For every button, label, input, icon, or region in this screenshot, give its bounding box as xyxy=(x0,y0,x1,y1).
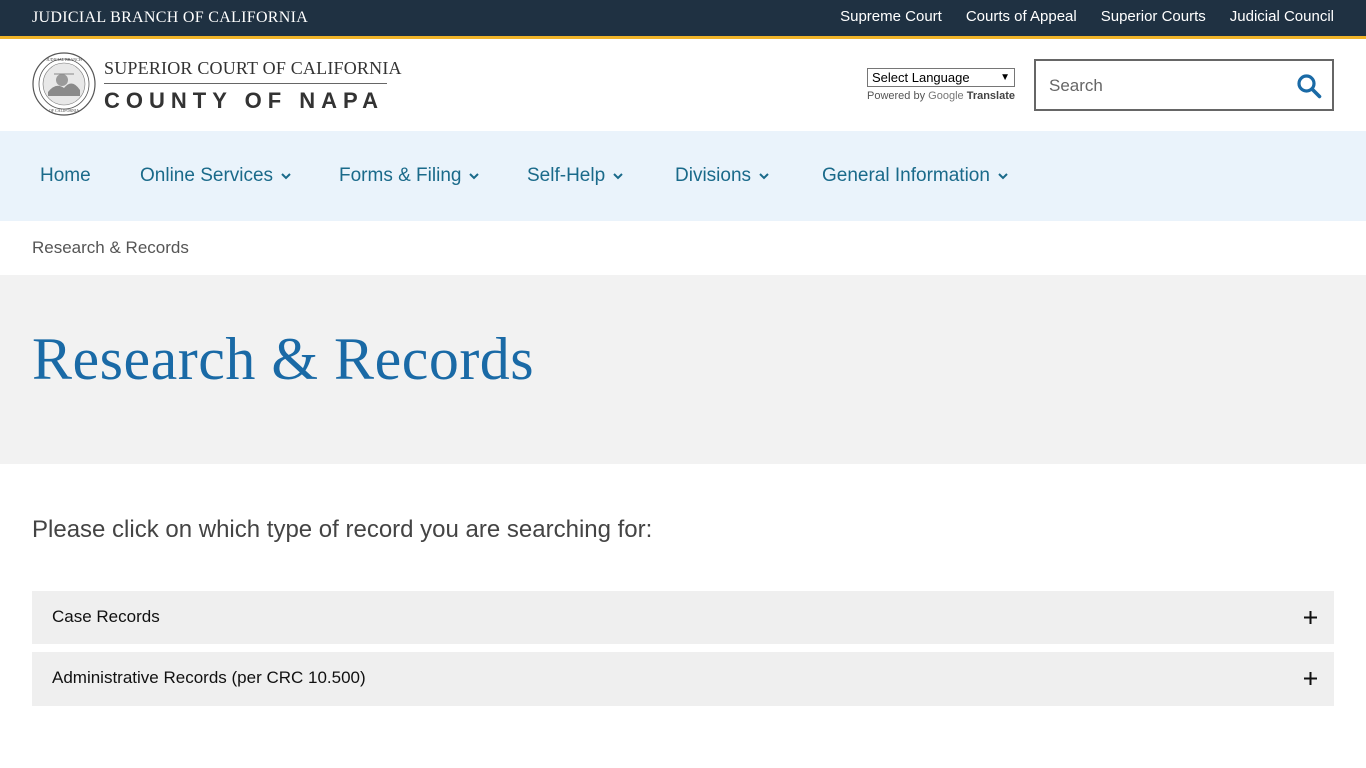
accordion-administrative-records[interactable]: Administrative Records (per CRC 10.500) xyxy=(32,652,1334,706)
top-link-superior-courts[interactable]: Superior Courts xyxy=(1101,8,1206,25)
page-hero: Research & Records xyxy=(0,275,1366,464)
accordion-label: Case Records xyxy=(52,607,160,626)
nav-item-general-information[interactable]: General Information xyxy=(822,165,1008,187)
court-name-line2[interactable]: COUNTY OF NAPA xyxy=(104,88,384,114)
plus-icon xyxy=(1304,672,1317,685)
intro-text: Please click on which type of record you… xyxy=(32,516,653,543)
search-placeholder: Search xyxy=(1049,76,1103,95)
nav-item-self-help[interactable]: Self-Help xyxy=(527,165,623,187)
chevron-down-icon xyxy=(759,173,769,180)
chevron-down-icon xyxy=(281,173,291,180)
breadcrumb: Research & Records xyxy=(32,238,189,257)
top-link-courts-of-appeal[interactable]: Courts of Appeal xyxy=(966,8,1077,25)
chevron-down-icon xyxy=(998,173,1008,180)
california-judicial-seal-icon[interactable]: JUDICIAL BRANCH OF CALIFORNIA xyxy=(32,52,96,116)
language-select[interactable]: Select Language ▼ xyxy=(867,68,1015,87)
top-links: Supreme Court Courts of Appeal Superior … xyxy=(840,8,1334,25)
language-select-value: Select Language xyxy=(872,70,970,85)
nav-item-label: Divisions xyxy=(675,165,752,186)
page-title: Research & Records xyxy=(32,326,535,392)
top-link-judicial-council[interactable]: Judicial Council xyxy=(1230,8,1334,25)
nav-item-label: Home xyxy=(40,165,91,186)
court-name-line1[interactable]: SUPERIOR COURT OF CALIFORNIA xyxy=(104,58,402,79)
translate-label[interactable]: Translate xyxy=(967,90,1015,102)
google-logo-text[interactable]: Google xyxy=(928,90,963,102)
chevron-down-icon xyxy=(613,173,623,180)
nav-item-label: Online Services xyxy=(140,165,274,186)
accordion-label: Administrative Records (per CRC 10.500) xyxy=(52,668,366,687)
nav-item-online-services[interactable]: Online Services xyxy=(140,165,291,187)
main-navigation: Home Online Services Forms & Filing Self… xyxy=(0,131,1366,221)
top-link-supreme-court[interactable]: Supreme Court xyxy=(840,8,942,25)
search-icon[interactable] xyxy=(1296,73,1322,99)
nav-item-label: Forms & Filing xyxy=(339,165,462,186)
svg-text:OF CALIFORNIA: OF CALIFORNIA xyxy=(49,108,79,113)
nav-item-forms-filing[interactable]: Forms & Filing xyxy=(339,165,480,187)
accordion-case-records[interactable]: Case Records xyxy=(32,591,1334,644)
google-translate-attribution: Powered by Google Translate xyxy=(867,90,1015,102)
court-name-divider xyxy=(104,83,387,84)
nav-item-divisions[interactable]: Divisions xyxy=(675,165,769,187)
judicial-branch-title[interactable]: JUDICIAL BRANCH OF CALIFORNIA xyxy=(32,9,308,27)
chevron-down-icon xyxy=(469,173,480,180)
svg-text:JUDICIAL BRANCH: JUDICIAL BRANCH xyxy=(46,57,82,62)
nav-item-label: Self-Help xyxy=(527,165,606,186)
nav-item-label: General Information xyxy=(822,165,990,186)
search-input[interactable]: Search xyxy=(1034,59,1334,111)
chevron-down-icon: ▼ xyxy=(1000,72,1010,83)
nav-item-home[interactable]: Home xyxy=(40,165,91,187)
top-utility-bar: JUDICIAL BRANCH OF CALIFORNIA Supreme Co… xyxy=(0,0,1366,36)
plus-icon xyxy=(1304,611,1317,624)
site-header: JUDICIAL BRANCH OF CALIFORNIA SUPERIOR C… xyxy=(0,39,1366,131)
powered-by-label: Powered by xyxy=(867,90,926,102)
